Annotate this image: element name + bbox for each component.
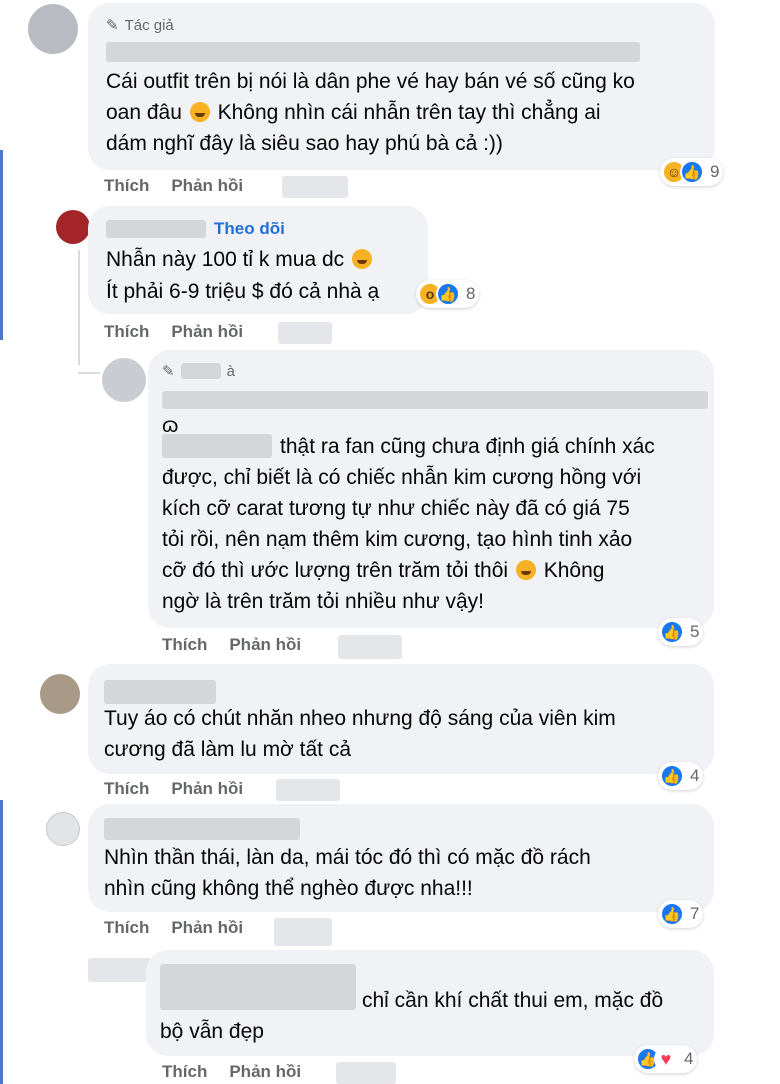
comment-text-line: Ít phải 6-9 triệu $ đó cả nhà ạ [106,280,380,303]
redacted-name [106,42,640,62]
redacted-name [160,964,356,1010]
follow-link[interactable]: Theo dõi [214,219,285,239]
comment-text-line: bộ vẫn đẹp [160,1020,264,1043]
laughing-tears-emoji-icon [515,560,536,580]
like-icon: 👍 [660,620,684,644]
thread-connector [78,372,100,374]
comment-text-line: cương đã làm lu mờ tất cả [104,738,352,761]
comment-text: Không [543,559,605,582]
thread-edge-line [0,800,3,1084]
comment-actions: Thích Phản hồi [104,176,243,196]
redacted-avatar [88,958,152,982]
reply-button[interactable]: Phản hồi [171,779,243,799]
thread-edge-line [0,150,3,340]
upside-down-face-emoji-icon [189,102,210,122]
reply-button[interactable]: Phản hồi [229,635,301,655]
comment-text-line: cỡ đó thì ước lượng trên trăm tỏi thôi K… [162,555,604,586]
comment-text-line: Nhẫn này 100 tỉ k mua dc [106,244,374,275]
pencil-icon: ✎ [106,17,119,34]
author-badge-label: à [226,362,235,380]
redacted-timestamp [274,918,332,946]
reaction-count: 5 [690,622,700,641]
reaction-count: 7 [690,904,700,923]
reply-button[interactable]: Phản hồi [229,1062,301,1082]
comment-text: oan đâu [106,101,182,124]
comment-actions: Thích Phản hồi [104,779,243,799]
redacted-timestamp [336,1062,396,1084]
reply-button[interactable]: Phản hồi [171,322,243,342]
like-button[interactable]: Thích [162,1062,207,1082]
comment-text: Nhẫn này 100 tỉ k mua dc [106,248,345,271]
like-button[interactable]: Thích [104,779,149,799]
comment-text-line: nhìn cũng không thể nghèo được nha!!! [104,877,473,900]
like-button[interactable]: Thích [104,176,149,196]
comment-text-line: chỉ cần khí chất thui em, mặc đồ [362,989,664,1012]
like-button[interactable]: Thích [104,918,149,938]
avatar[interactable] [28,4,78,54]
comment-text-line: kích cỡ carat tương tự như chiếc này đã … [162,497,630,520]
author-badge: ✎ Tác giả [106,16,174,35]
comment-actions: Thích Phản hồi [162,635,301,655]
love-icon: ♥ [654,1047,678,1071]
redacted-timestamp [282,176,348,198]
redacted-timestamp [278,322,332,344]
comment-text-line: thật ra fan cũng chưa định giá chính xác [280,435,655,458]
comment-text-line: được, chỉ biết là có chiếc nhẫn kim cươn… [162,466,642,489]
reply-button[interactable]: Phản hồi [171,176,243,196]
like-icon: 👍 [436,282,460,306]
redacted-name [162,391,708,409]
comment-text: cỡ đó thì ước lượng trên trăm tỏi thôi [162,559,509,582]
comment-actions: Thích Phản hồi [104,918,243,938]
reaction-count: 9 [710,162,720,181]
comment-actions: Thích Phản hồi [162,1062,301,1082]
comment-actions: Thích Phản hồi [104,322,243,342]
avatar[interactable] [56,210,90,244]
redacted-timestamp [276,779,340,801]
reaction-summary[interactable]: ☺ 👍 9 [660,158,724,186]
comment-text-line: ngờ là trên trăm tỏi nhiều như vậy! [162,590,484,613]
like-button[interactable]: Thích [104,322,149,342]
redacted-badge [180,363,221,379]
comment-text-line: Nhìn thần thái, làn da, mái tóc đó thì c… [104,846,591,869]
redacted-mention [162,434,272,458]
reaction-summary[interactable]: 👍 ♥ 4 [634,1045,698,1073]
redacted-name [104,680,216,704]
reaction-summary[interactable]: 👍 7 [658,900,704,928]
like-button[interactable]: Thích [162,635,207,655]
crying-face-emoji-icon [351,249,372,269]
reaction-summary[interactable]: o 👍 8 [416,280,480,308]
reaction-count: 4 [690,766,700,785]
like-icon: 👍 [660,902,684,926]
comment-text-line: tỏi rồi, nên nạm thêm kim cương, tạo hìn… [162,528,633,551]
comment-text-line: dám nghĩ đây là siêu sao hay phú bà cả :… [106,132,503,155]
redacted-timestamp [338,635,402,659]
reaction-count: 8 [466,284,476,303]
reaction-summary[interactable]: 👍 4 [658,762,704,790]
reply-button[interactable]: Phản hồi [171,918,243,938]
like-icon: 👍 [680,160,704,184]
avatar[interactable] [102,358,146,402]
reaction-count: 4 [684,1049,694,1068]
like-icon: 👍 [660,764,684,788]
comment-text-line: Tuy áo có chút nhăn nheo nhưng độ sáng c… [104,707,616,730]
author-badge: ✎ à [162,362,235,381]
redacted-name [106,220,206,238]
thread-connector [78,250,80,365]
avatar[interactable] [46,812,80,846]
author-badge-label: Tác giả [124,16,174,34]
reaction-summary[interactable]: 👍 5 [658,618,704,646]
comment-text-line: Cái outfit trên bị nói là dân phe vé hay… [106,70,635,93]
comment-text-line: oan đâu Không nhìn cái nhẫn trên tay thì… [106,97,601,128]
comment-text: Không nhìn cái nhẫn trên tay thì chẳng a… [217,101,601,124]
avatar[interactable] [40,674,80,714]
redacted-name [104,818,300,840]
pencil-icon: ✎ [162,363,175,380]
